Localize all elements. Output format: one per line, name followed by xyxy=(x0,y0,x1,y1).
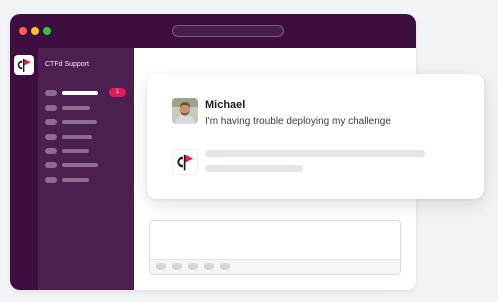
message-composer[interactable] xyxy=(149,220,401,275)
channel-icon xyxy=(45,177,57,183)
ctfd-logo-icon xyxy=(177,154,194,171)
format-button[interactable] xyxy=(188,263,198,270)
ctfd-logo-icon xyxy=(17,59,31,72)
message-text: I'm having trouble deploying my challeng… xyxy=(205,116,391,127)
channel-label xyxy=(62,106,90,110)
reply-placeholder-line xyxy=(205,165,303,172)
workspace-switcher[interactable] xyxy=(14,55,34,75)
channel-icon xyxy=(45,90,57,96)
format-button[interactable] xyxy=(172,263,182,270)
format-button[interactable] xyxy=(204,263,214,270)
format-button[interactable] xyxy=(156,263,166,270)
workspace-name[interactable]: CTFd Support xyxy=(45,61,89,68)
title-bar xyxy=(10,14,416,48)
maximize-window-button[interactable] xyxy=(43,27,51,35)
format-button[interactable] xyxy=(220,263,230,270)
message-card: Michael I'm having trouble deploying my … xyxy=(147,74,484,199)
channel-icon xyxy=(45,105,57,111)
sidebar: CTFd Support 1 xyxy=(38,48,134,290)
minimize-window-button[interactable] xyxy=(31,27,39,35)
close-window-button[interactable] xyxy=(19,27,27,35)
unread-badge: 1 xyxy=(109,88,126,97)
workspace-rail xyxy=(10,48,38,290)
channel-label xyxy=(62,135,92,139)
user-photo-icon xyxy=(172,98,198,124)
channel-icon xyxy=(45,119,57,125)
channel-label xyxy=(62,163,98,167)
channel-label xyxy=(62,149,89,153)
channel-label xyxy=(62,178,89,182)
user-avatar[interactable] xyxy=(172,98,198,124)
channel-icon xyxy=(45,134,57,140)
channel-icon xyxy=(45,148,57,154)
channel-label xyxy=(62,120,97,124)
channel-label xyxy=(62,91,98,95)
reply-placeholder-line xyxy=(205,150,425,157)
composer-toolbar xyxy=(150,259,400,274)
sender-name[interactable]: Michael xyxy=(205,99,245,111)
channel-icon xyxy=(45,162,57,168)
bot-avatar[interactable] xyxy=(172,149,198,175)
search-bar[interactable] xyxy=(172,25,284,37)
